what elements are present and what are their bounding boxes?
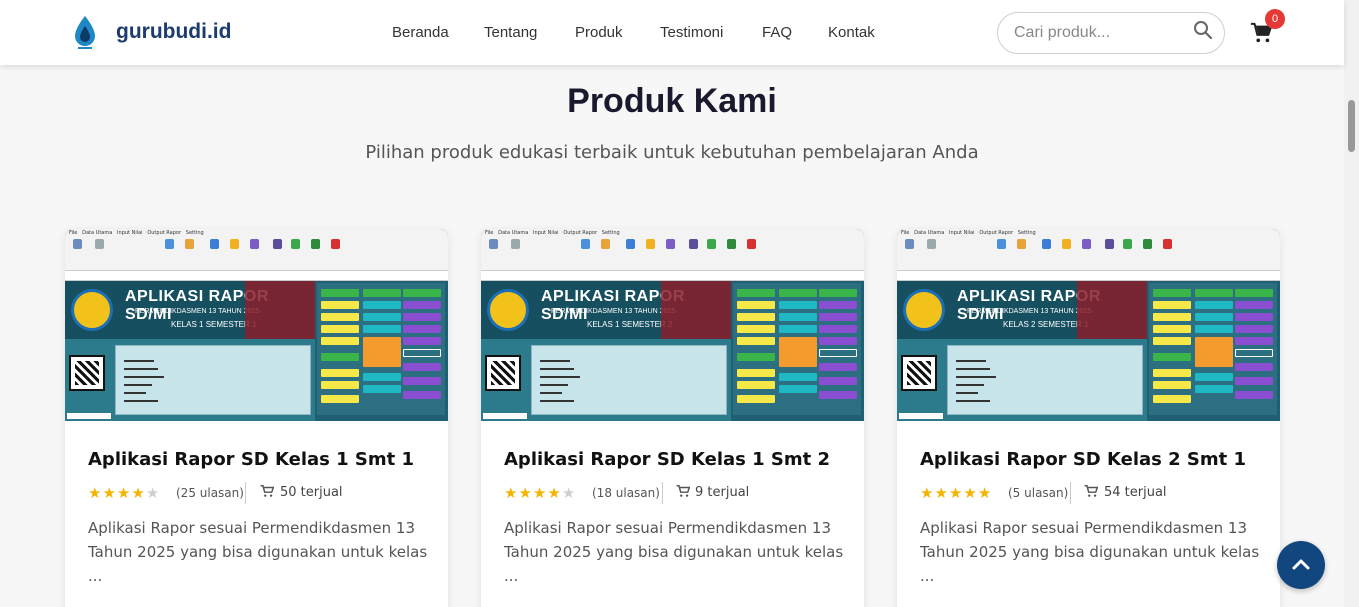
sold-count: 50 terjual bbox=[280, 485, 343, 500]
app-info-area bbox=[65, 339, 315, 421]
cart-icon bbox=[260, 485, 274, 497]
rating-stars: ★★★★★ bbox=[88, 484, 160, 502]
star-filled-icon: ★ bbox=[102, 484, 117, 502]
search-input[interactable] bbox=[1014, 23, 1174, 43]
product-card-1[interactable]: File Data Utama Input Nilai Output Rapor… bbox=[65, 229, 448, 607]
cart-count-badge: 0 bbox=[1265, 9, 1285, 29]
star-empty-icon: ★ bbox=[561, 484, 577, 502]
review-count: (5 ulasan) bbox=[1008, 486, 1069, 500]
app-menu-panel bbox=[733, 283, 861, 415]
qr-code-icon bbox=[69, 355, 105, 391]
ribbon-toolbar: File Data Utama Input Nilai Output Rapor… bbox=[481, 229, 864, 271]
star-filled-icon: ★ bbox=[948, 484, 964, 502]
nav-link-kontak[interactable]: Kontak bbox=[828, 24, 875, 41]
app-banner: APLIKASI RAPOR SD/MI PERMENDIKDASMEN 13 … bbox=[65, 281, 315, 339]
rating-stars: ★★★★★ bbox=[504, 484, 576, 502]
product-description: Aplikasi Rapor sesuai Permendikdasmen 13… bbox=[920, 519, 1260, 585]
product-description: Aplikasi Rapor sesuai Permendikdasmen 13… bbox=[88, 519, 428, 585]
ribbon-toolbar: File Data Utama Input Nilai Output Rapor… bbox=[65, 229, 448, 271]
star-filled-icon: ★ bbox=[547, 484, 562, 502]
star-filled-icon: ★ bbox=[920, 484, 935, 502]
ribbon-toolbar: File Data Utama Input Nilai Output Rapor… bbox=[897, 229, 1280, 271]
nav-link-testimoni[interactable]: Testimoni bbox=[660, 24, 723, 41]
app-banner: APLIKASI RAPOR SD/MI PERMENDIKDASMEN 13 … bbox=[481, 281, 731, 339]
app-info-area bbox=[897, 339, 1147, 421]
school-emblem-icon bbox=[487, 289, 529, 331]
star-filled-icon: ★ bbox=[963, 484, 978, 502]
app-menu-panel bbox=[317, 283, 445, 415]
qr-code-icon bbox=[485, 355, 521, 391]
star-filled-icon: ★ bbox=[131, 484, 146, 502]
chevron-up-icon bbox=[1292, 559, 1310, 570]
section-subtitle: Pilihan produk edukasi terbaik untuk keb… bbox=[365, 142, 979, 163]
cart-icon bbox=[676, 485, 690, 497]
rating-stars: ★★★★★ bbox=[920, 484, 992, 502]
star-filled-icon: ★ bbox=[977, 484, 993, 502]
page-scrollbar[interactable] bbox=[1344, 0, 1359, 607]
star-filled-icon: ★ bbox=[116, 484, 132, 502]
star-filled-icon: ★ bbox=[88, 484, 103, 502]
search-box bbox=[997, 12, 1225, 54]
product-title[interactable]: Aplikasi Rapor SD Kelas 1 Smt 2 bbox=[504, 449, 830, 470]
nav-link-beranda[interactable]: Beranda bbox=[392, 24, 449, 41]
qr-code-icon bbox=[901, 355, 937, 391]
school-emblem-icon bbox=[71, 289, 113, 331]
sold-count: 54 terjual bbox=[1104, 485, 1167, 500]
cart-icon bbox=[1084, 485, 1098, 497]
logo-icon[interactable] bbox=[72, 14, 98, 50]
star-filled-icon: ★ bbox=[934, 484, 949, 502]
nav-link-faq[interactable]: FAQ bbox=[762, 24, 792, 41]
product-card-3[interactable]: File Data Utama Input Nilai Output Rapor… bbox=[897, 229, 1280, 607]
app-banner: APLIKASI RAPOR SD/MI PERMENDIKDASMEN 13 … bbox=[897, 281, 1147, 339]
review-count: (18 ulasan) bbox=[592, 486, 660, 500]
section-title: Produk Kami bbox=[567, 82, 777, 120]
product-thumbnail[interactable]: File Data Utama Input Nilai Output Rapor… bbox=[897, 229, 1280, 421]
star-filled-icon: ★ bbox=[518, 484, 533, 502]
navbar: gurubudi.id Beranda Tentang Produk Testi… bbox=[0, 0, 1344, 65]
app-menu-panel bbox=[1149, 283, 1277, 415]
product-thumbnail[interactable]: File Data Utama Input Nilai Output Rapor… bbox=[481, 229, 864, 421]
star-filled-icon: ★ bbox=[532, 484, 548, 502]
product-title[interactable]: Aplikasi Rapor SD Kelas 2 Smt 1 bbox=[920, 449, 1246, 470]
product-card-2[interactable]: File Data Utama Input Nilai Output Rapor… bbox=[481, 229, 864, 607]
nav-link-produk[interactable]: Produk bbox=[575, 24, 623, 41]
school-emblem-icon bbox=[903, 289, 945, 331]
app-info-area bbox=[481, 339, 731, 421]
review-count: (25 ulasan) bbox=[176, 486, 244, 500]
star-empty-icon: ★ bbox=[145, 484, 161, 502]
scrollbar-thumb[interactable] bbox=[1348, 100, 1355, 152]
product-thumbnail[interactable]: File Data Utama Input Nilai Output Rapor… bbox=[65, 229, 448, 421]
search-icon[interactable] bbox=[1193, 20, 1213, 40]
scroll-to-top-button[interactable] bbox=[1277, 541, 1325, 589]
sold-count: 9 terjual bbox=[695, 485, 750, 500]
product-description: Aplikasi Rapor sesuai Permendikdasmen 13… bbox=[504, 519, 844, 585]
product-title[interactable]: Aplikasi Rapor SD Kelas 1 Smt 1 bbox=[88, 449, 414, 470]
star-filled-icon: ★ bbox=[504, 484, 519, 502]
brand-name[interactable]: gurubudi.id bbox=[116, 20, 231, 44]
nav-link-tentang[interactable]: Tentang bbox=[484, 24, 537, 41]
